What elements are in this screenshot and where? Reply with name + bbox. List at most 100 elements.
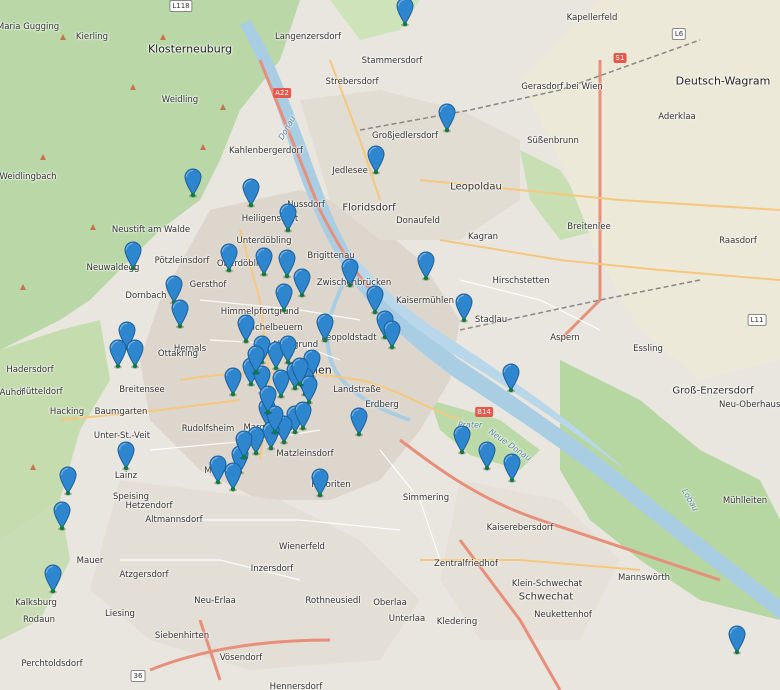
place-label: Weidling bbox=[161, 95, 199, 105]
place-label: Aderklaa bbox=[658, 112, 696, 122]
place-label: Auhof bbox=[0, 388, 25, 398]
place-label: Kagran bbox=[467, 232, 499, 242]
place-label: Liesing bbox=[105, 609, 135, 619]
place-label: Mühlleiten bbox=[722, 496, 768, 506]
place-label: Strebersdorf bbox=[325, 77, 379, 87]
location-marker-icon[interactable] bbox=[279, 203, 297, 233]
place-label: Unter-St.-Veit bbox=[93, 431, 151, 441]
place-label: Floridsdorf bbox=[342, 202, 396, 214]
location-marker-icon[interactable] bbox=[109, 339, 127, 369]
location-marker-icon[interactable] bbox=[126, 339, 144, 369]
map-view[interactable]: Maria Gugging Kierling Klosterneuburg Lange… bbox=[0, 0, 780, 690]
place-label: Großjedlersdorf bbox=[371, 131, 439, 141]
location-marker-icon[interactable] bbox=[259, 385, 277, 415]
location-marker-icon[interactable] bbox=[124, 241, 142, 271]
road-shield: B14 bbox=[475, 407, 493, 417]
place-label: Hetzendorf bbox=[125, 501, 173, 511]
place-label: Kaiserebersdorf bbox=[486, 523, 554, 533]
location-marker-icon[interactable] bbox=[117, 441, 135, 471]
place-label: Wienerfeld bbox=[279, 542, 325, 552]
place-label: Kierling bbox=[75, 32, 109, 42]
place-label: Donaufeld bbox=[396, 216, 440, 226]
place-label: Stammersdorf bbox=[361, 56, 423, 66]
location-marker-icon[interactable] bbox=[220, 243, 238, 273]
location-marker-icon[interactable] bbox=[396, 0, 414, 27]
location-marker-icon[interactable] bbox=[383, 320, 401, 350]
road-shield: L118 bbox=[169, 0, 193, 12]
place-label: Hadersdorf bbox=[6, 365, 54, 375]
location-marker-icon[interactable] bbox=[242, 178, 260, 208]
place-label: Süßenbrunn bbox=[527, 136, 579, 146]
place-label: Altmannsdorf bbox=[145, 515, 203, 525]
place-label: Hirschstetten bbox=[492, 276, 550, 286]
location-marker-icon[interactable] bbox=[184, 168, 202, 198]
place-label: Gerasdorf bei Wien bbox=[521, 82, 603, 92]
place-label: Zentralfriedhof bbox=[434, 559, 498, 569]
place-label: Groß-Enzersdorf bbox=[672, 385, 754, 397]
location-marker-icon[interactable] bbox=[316, 313, 334, 343]
place-label: Inzersdorf bbox=[250, 564, 294, 574]
location-marker-icon[interactable] bbox=[255, 247, 273, 277]
place-label: Mauer bbox=[76, 556, 104, 566]
location-marker-icon[interactable] bbox=[728, 625, 746, 655]
place-label: Lainz bbox=[114, 471, 138, 481]
location-marker-icon[interactable] bbox=[44, 564, 62, 594]
location-marker-icon[interactable] bbox=[247, 345, 265, 375]
place-label: Raasdorf bbox=[719, 236, 757, 246]
location-marker-icon[interactable] bbox=[503, 453, 521, 483]
location-marker-icon[interactable] bbox=[367, 145, 385, 175]
road-shield: S1 bbox=[613, 53, 627, 63]
place-label: Hacking bbox=[49, 407, 85, 417]
place-label: Dornbach bbox=[125, 291, 167, 301]
place-label: Erdberg bbox=[365, 400, 399, 410]
location-marker-icon[interactable] bbox=[438, 103, 456, 133]
place-label: Ottakring bbox=[157, 349, 199, 359]
place-label: Perchtoldsdorf bbox=[21, 659, 83, 669]
location-marker-icon[interactable] bbox=[455, 293, 473, 323]
place-label: Essling bbox=[633, 344, 663, 354]
location-marker-icon[interactable] bbox=[224, 367, 242, 397]
place-label: Stadlau bbox=[474, 315, 508, 325]
place-label: Gersthof bbox=[189, 280, 227, 290]
road-shield: L6 bbox=[671, 28, 687, 40]
location-marker-icon[interactable] bbox=[478, 441, 496, 471]
place-label: Deutsch-Wagram bbox=[675, 74, 771, 88]
place-label: Breitensee bbox=[119, 385, 165, 395]
place-label: Neu-Erlaa bbox=[194, 596, 236, 606]
location-marker-icon[interactable] bbox=[275, 283, 293, 313]
place-label: Rodaun bbox=[22, 615, 56, 625]
location-marker-icon[interactable] bbox=[294, 401, 312, 431]
location-marker-icon[interactable] bbox=[453, 425, 471, 455]
location-marker-icon[interactable] bbox=[59, 466, 77, 496]
place-label: Landstraße bbox=[333, 385, 381, 395]
place-label: Unterlaa bbox=[388, 614, 426, 624]
place-label: Matzleinsdorf bbox=[276, 449, 334, 459]
location-marker-icon[interactable] bbox=[341, 258, 359, 288]
road-shield: A22 bbox=[273, 88, 291, 98]
place-label: Aspern bbox=[550, 333, 580, 343]
place-label: Atzgersdorf bbox=[119, 570, 169, 580]
place-label: Baumgarten bbox=[94, 407, 148, 417]
place-label: Langenzersdorf bbox=[274, 32, 342, 42]
place-label: Neu-Oberhausen bbox=[719, 400, 780, 410]
location-marker-icon[interactable] bbox=[293, 268, 311, 298]
location-marker-icon[interactable] bbox=[209, 455, 227, 485]
place-label: Mannswörth bbox=[617, 573, 671, 583]
location-marker-icon[interactable] bbox=[235, 430, 253, 460]
place-label: Schwechat bbox=[518, 591, 574, 603]
place-label: Unterdöbling bbox=[236, 236, 292, 246]
place-label: Hennersdorf bbox=[269, 682, 323, 690]
location-marker-icon[interactable] bbox=[311, 468, 329, 498]
road-shield: 36 bbox=[130, 670, 146, 682]
location-marker-icon[interactable] bbox=[291, 357, 309, 387]
place-label: Pötzleinsdorf bbox=[154, 256, 210, 266]
location-marker-icon[interactable] bbox=[350, 407, 368, 437]
location-marker-icon[interactable] bbox=[53, 501, 71, 531]
place-label: Leopoldau bbox=[450, 181, 502, 193]
location-marker-icon[interactable] bbox=[171, 299, 189, 329]
location-marker-icon[interactable] bbox=[502, 363, 520, 393]
place-label: Maria Gugging bbox=[0, 22, 60, 32]
place-label: Jedlesee bbox=[332, 166, 368, 176]
place-label: Kapellerfeld bbox=[566, 13, 618, 23]
location-marker-icon[interactable] bbox=[417, 251, 435, 281]
